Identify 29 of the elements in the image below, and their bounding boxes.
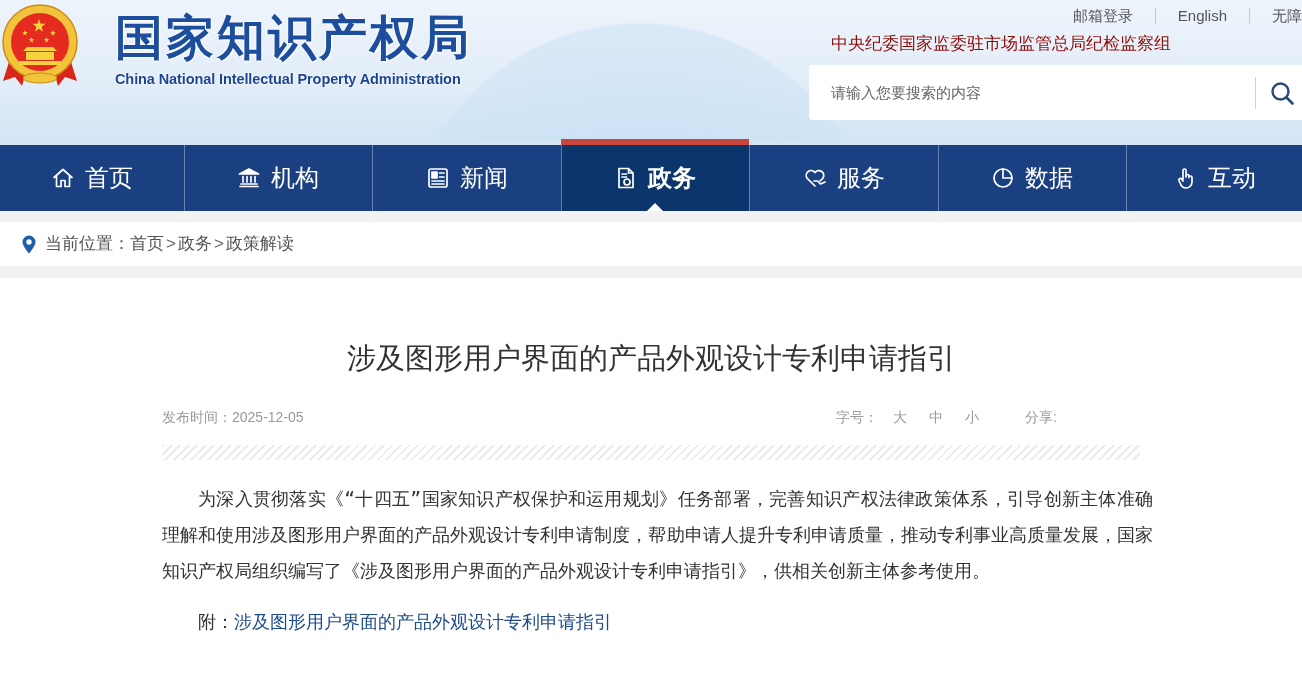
breadcrumb-link[interactable]: 政务 bbox=[177, 232, 212, 256]
notice-text: 中央纪委国家监委驻市场监管总局纪检监察组 bbox=[830, 32, 1172, 55]
breadcrumb-label: 当前位置： bbox=[45, 233, 130, 255]
pie-chart-icon bbox=[991, 166, 1016, 190]
top-link[interactable]: 邮箱登录 bbox=[1072, 6, 1133, 26]
share-label: 分享: bbox=[1025, 408, 1057, 427]
publish-date: 发布时间：2025-12-05 bbox=[162, 408, 304, 427]
breadcrumb-link[interactable]: 政策解读 bbox=[225, 232, 294, 256]
nav-tab[interactable]: 首页 bbox=[0, 145, 184, 211]
home-icon bbox=[50, 166, 75, 190]
nav-tab[interactable]: 政务 bbox=[560, 139, 749, 211]
search-field[interactable]: 请输入您要搜索的内容 bbox=[809, 65, 1255, 120]
article-title: 涉及图形用户界面的产品外观设计专利申请指引 bbox=[345, 341, 957, 376]
search-button[interactable] bbox=[1255, 65, 1302, 120]
columns-building-icon bbox=[237, 166, 262, 190]
breadcrumb-separator: > bbox=[166, 233, 176, 255]
site-subtitle: China National Intellectual Property Administration bbox=[115, 70, 462, 88]
top-link[interactable]: English bbox=[1177, 6, 1227, 26]
article-paragraph: 为深入贯彻落实《“十四五”国家知识产权保护和运用规划》任务部署，完善知识产权法律政策体系，引导创新主体准确理解和使用涉及图形用户界面的产品外观设计专利申请制度，帮助申请人提升专利申请质量，推动专利事业高质量发展，国家知识产权局组织编写了《涉及图形用户界面的产品外观设计专利申请指引》，供相关创新主体参考使用。 bbox=[162, 487, 1153, 583]
font-size-label: 字号： bbox=[836, 408, 879, 427]
top-link[interactable]: 无障 bbox=[1272, 6, 1302, 26]
search-icon bbox=[1270, 80, 1294, 105]
attachment-label: 附： bbox=[198, 612, 234, 632]
newspaper-icon bbox=[425, 166, 450, 190]
breadcrumb-separator: > bbox=[213, 233, 224, 255]
site-title: 国家知识产权局 bbox=[115, 10, 472, 66]
attachment-link[interactable]: 涉及图形用户界面的产品外观设计专利申请指引 bbox=[234, 612, 612, 632]
breadcrumb-link[interactable]: 首页 bbox=[130, 232, 164, 256]
location-pin-icon bbox=[22, 234, 36, 254]
